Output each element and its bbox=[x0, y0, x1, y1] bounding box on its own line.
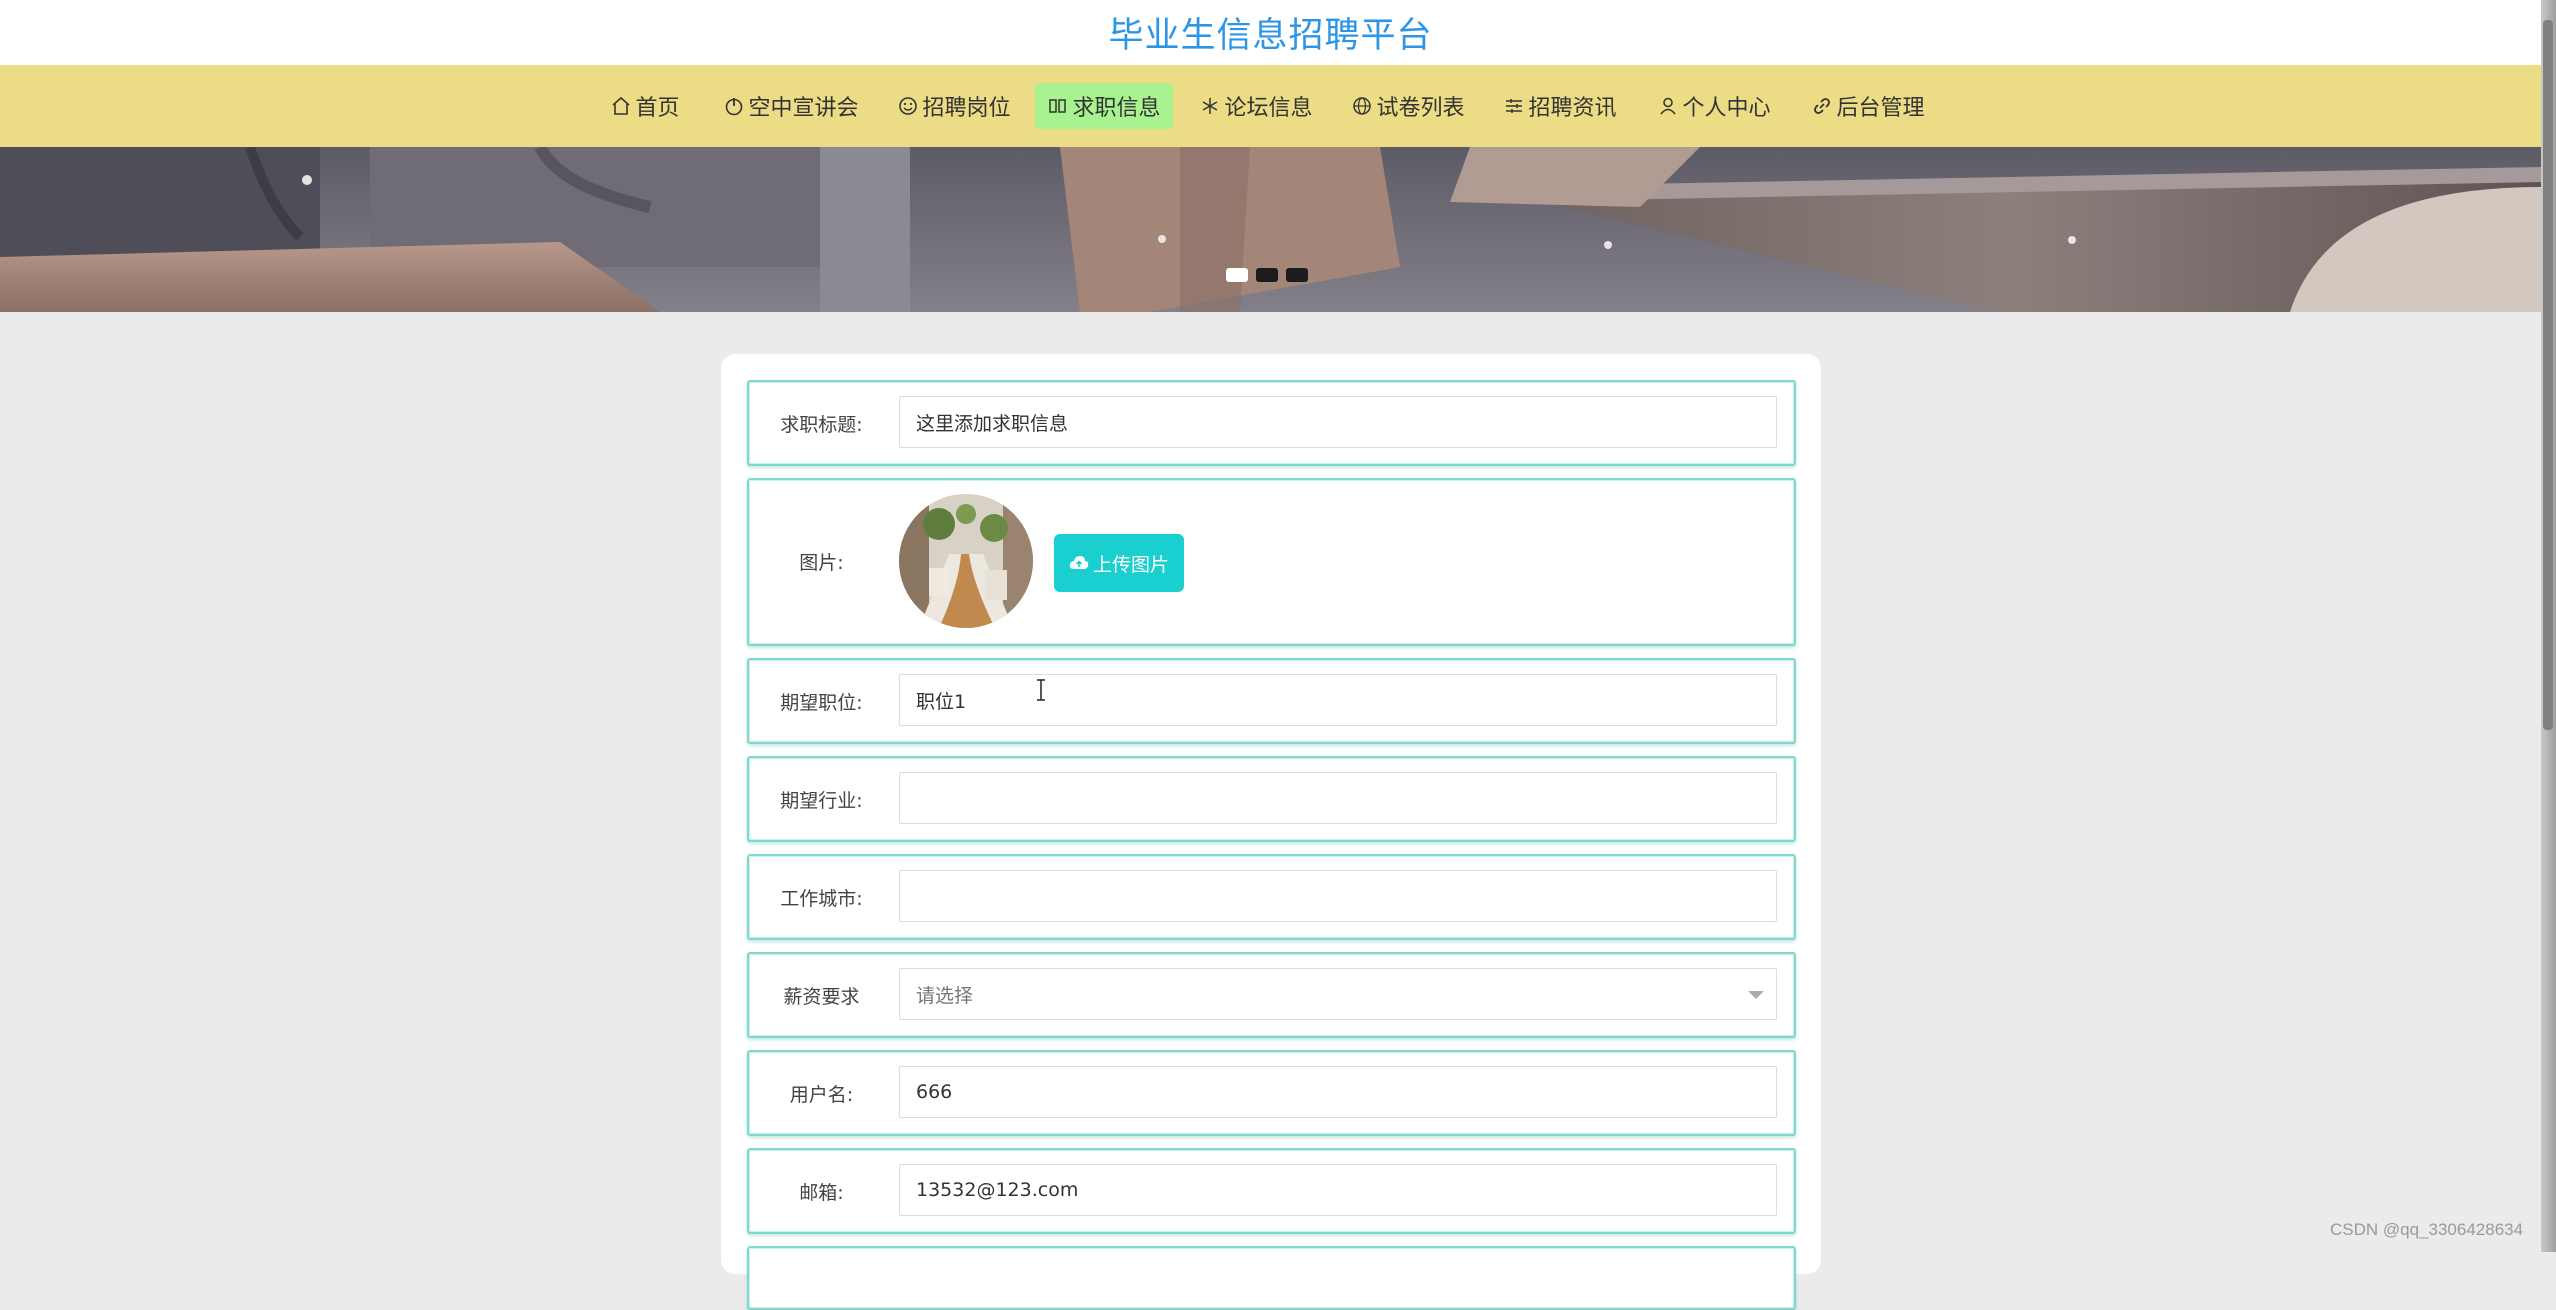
job-title-value: 这里添加求职信息 bbox=[916, 412, 1069, 435]
username-value: 666 bbox=[916, 1081, 953, 1103]
link-icon bbox=[1811, 95, 1833, 117]
field-email: 邮箱: 13532@123.com bbox=[747, 1148, 1796, 1234]
sliders-icon bbox=[1503, 95, 1525, 117]
nav-item-profile[interactable]: 个人中心 bbox=[1656, 83, 1772, 129]
work-city-label: 工作城市: bbox=[780, 888, 863, 910]
banner-image bbox=[0, 147, 2541, 312]
nav-label-jobs: 招聘岗位 bbox=[922, 96, 1011, 121]
user-icon bbox=[1657, 95, 1679, 117]
watermark: CSDN @qq_3306428634 bbox=[2330, 1220, 2524, 1239]
nav-label-forum: 论坛信息 bbox=[1224, 96, 1313, 121]
title-bar: 毕业生信息招聘平台 bbox=[0, 0, 2541, 65]
nav-item-news[interactable]: 招聘资讯 bbox=[1502, 83, 1618, 129]
expected-industry-label: 期望行业: bbox=[780, 790, 863, 812]
field-expected-position: 期望职位: 职位1 bbox=[747, 658, 1796, 744]
home-icon bbox=[610, 95, 632, 117]
main-nav: 首页 空中宣讲会 招聘岗位 求职信息 论坛信息 试卷列表 招聘资讯 个人中心 后… bbox=[0, 65, 2541, 147]
nav-item-air-talk[interactable]: 空中宣讲会 bbox=[722, 83, 860, 129]
field-username: 用户名: 666 bbox=[747, 1050, 1796, 1136]
columns-icon bbox=[1047, 95, 1069, 117]
username-label: 用户名: bbox=[789, 1084, 854, 1106]
nav-item-exams[interactable]: 试卷列表 bbox=[1350, 83, 1466, 129]
job-title-input[interactable]: 这里添加求职信息 bbox=[899, 396, 1777, 448]
field-next-partial bbox=[747, 1246, 1796, 1310]
nav-item-home[interactable]: 首页 bbox=[608, 83, 682, 129]
uploaded-image-thumbnail[interactable] bbox=[899, 494, 1033, 628]
expected-position-label: 期望职位: bbox=[780, 692, 863, 714]
expected-position-input[interactable]: 职位1 bbox=[899, 674, 1777, 726]
salary-placeholder: 请选择 bbox=[916, 984, 974, 1007]
nav-label-job-seeking: 求职信息 bbox=[1072, 96, 1161, 121]
nav-item-jobs[interactable]: 招聘岗位 bbox=[896, 83, 1012, 129]
site-title: 毕业生信息招聘平台 bbox=[1108, 16, 1433, 56]
expected-position-value: 职位1 bbox=[916, 690, 967, 713]
nav-label-air-talk: 空中宣讲会 bbox=[748, 96, 859, 121]
field-salary: 薪资要求 请选择 bbox=[747, 952, 1796, 1038]
field-expected-industry: 期望行业: bbox=[747, 756, 1796, 842]
page-scrollbar-thumb[interactable] bbox=[2543, 20, 2553, 730]
username-input[interactable]: 666 bbox=[899, 1066, 1777, 1118]
cloud-upload-icon bbox=[1069, 556, 1089, 569]
work-city-input[interactable] bbox=[899, 870, 1777, 922]
carousel-dot-1[interactable] bbox=[1226, 268, 1248, 282]
field-job-title: 求职标题: 这里添加求职信息 bbox=[747, 380, 1796, 466]
expected-industry-input[interactable] bbox=[899, 772, 1777, 824]
carousel-dot-3[interactable] bbox=[1286, 268, 1308, 282]
image-label: 图片: bbox=[799, 552, 844, 574]
email-value: 13532@123.com bbox=[916, 1179, 1079, 1201]
banner-carousel bbox=[0, 147, 2541, 312]
upload-image-label: 上传图片 bbox=[1092, 554, 1169, 576]
chevron-down-icon bbox=[1748, 991, 1764, 999]
job-title-label: 求职标题: bbox=[780, 414, 863, 436]
nav-label-news: 招聘资讯 bbox=[1528, 96, 1617, 121]
nav-item-admin[interactable]: 后台管理 bbox=[1810, 83, 1926, 129]
power-icon bbox=[723, 95, 745, 117]
carousel-dot-2[interactable] bbox=[1256, 268, 1278, 282]
text-cursor-icon bbox=[1037, 679, 1045, 701]
job-seeking-form-card: 求职标题: 这里添加求职信息 图片: 上传图片 期望职位: 职位1 期望行业: … bbox=[721, 354, 1821, 1310]
nav-label-profile: 个人中心 bbox=[1682, 96, 1771, 121]
field-image: 图片: 上传图片 bbox=[747, 478, 1796, 646]
smile-icon bbox=[897, 95, 919, 117]
nav-label-exams: 试卷列表 bbox=[1376, 96, 1465, 121]
salary-label: 薪资要求 bbox=[783, 986, 860, 1008]
salary-select[interactable]: 请选择 bbox=[899, 968, 1777, 1020]
field-work-city: 工作城市: bbox=[747, 854, 1796, 940]
nav-label-admin: 后台管理 bbox=[1836, 96, 1925, 121]
email-input[interactable]: 13532@123.com bbox=[899, 1164, 1777, 1216]
upload-image-button[interactable]: 上传图片 bbox=[1054, 534, 1184, 592]
globe-icon bbox=[1351, 95, 1373, 117]
nav-item-job-seeking[interactable]: 求职信息 bbox=[1035, 83, 1173, 129]
nav-item-forum[interactable]: 论坛信息 bbox=[1198, 83, 1314, 129]
carousel-indicators bbox=[1226, 268, 1308, 282]
snowflake-icon bbox=[1199, 95, 1221, 117]
nav-label-home: 首页 bbox=[635, 96, 680, 121]
email-label: 邮箱: bbox=[799, 1182, 844, 1204]
